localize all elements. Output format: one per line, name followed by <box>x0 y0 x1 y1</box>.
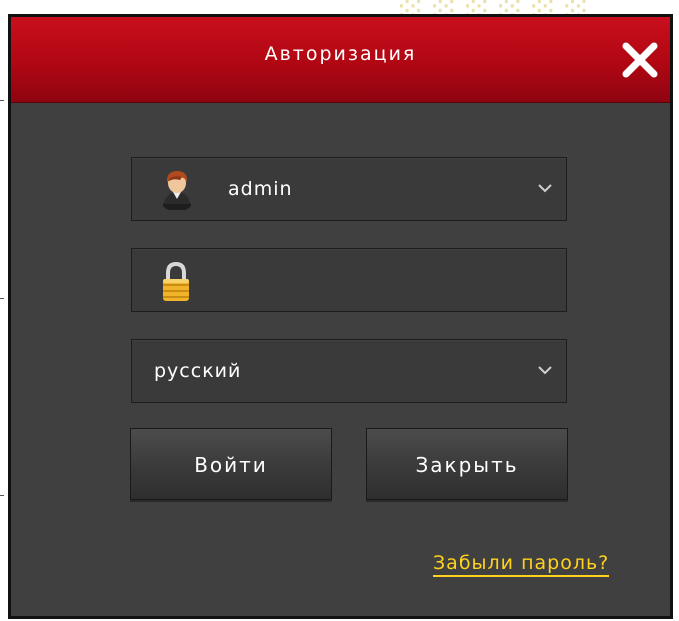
user-avatar-icon <box>160 168 194 211</box>
username-select[interactable]: admin <box>131 157 567 221</box>
login-button-label: Войти <box>194 453 268 477</box>
dialog-title: Авторизация <box>264 43 417 65</box>
close-icon[interactable] <box>618 38 662 82</box>
dialog-titlebar: Авторизация <box>11 17 670 103</box>
login-button[interactable]: Войти <box>130 428 332 500</box>
padlock-icon <box>160 261 192 303</box>
close-button-label: Закрыть <box>415 453 519 477</box>
username-value: admin <box>228 178 293 200</box>
password-input[interactable] <box>208 259 552 303</box>
side-tick <box>0 298 4 299</box>
close-button[interactable]: Закрыть <box>366 428 568 500</box>
forgot-password-link[interactable]: Забыли пароль? <box>433 552 610 577</box>
background-decoration: ░░░░░░ <box>400 0 630 14</box>
password-field[interactable] <box>131 248 567 312</box>
language-value: русский <box>154 360 242 382</box>
language-select[interactable]: русский <box>131 339 567 403</box>
chevron-down-icon <box>538 184 552 193</box>
side-tick <box>0 100 4 101</box>
side-tick <box>0 495 4 496</box>
login-dialog: Авторизация admin русский Войти Закрыть … <box>8 14 673 619</box>
chevron-down-icon <box>538 366 552 375</box>
